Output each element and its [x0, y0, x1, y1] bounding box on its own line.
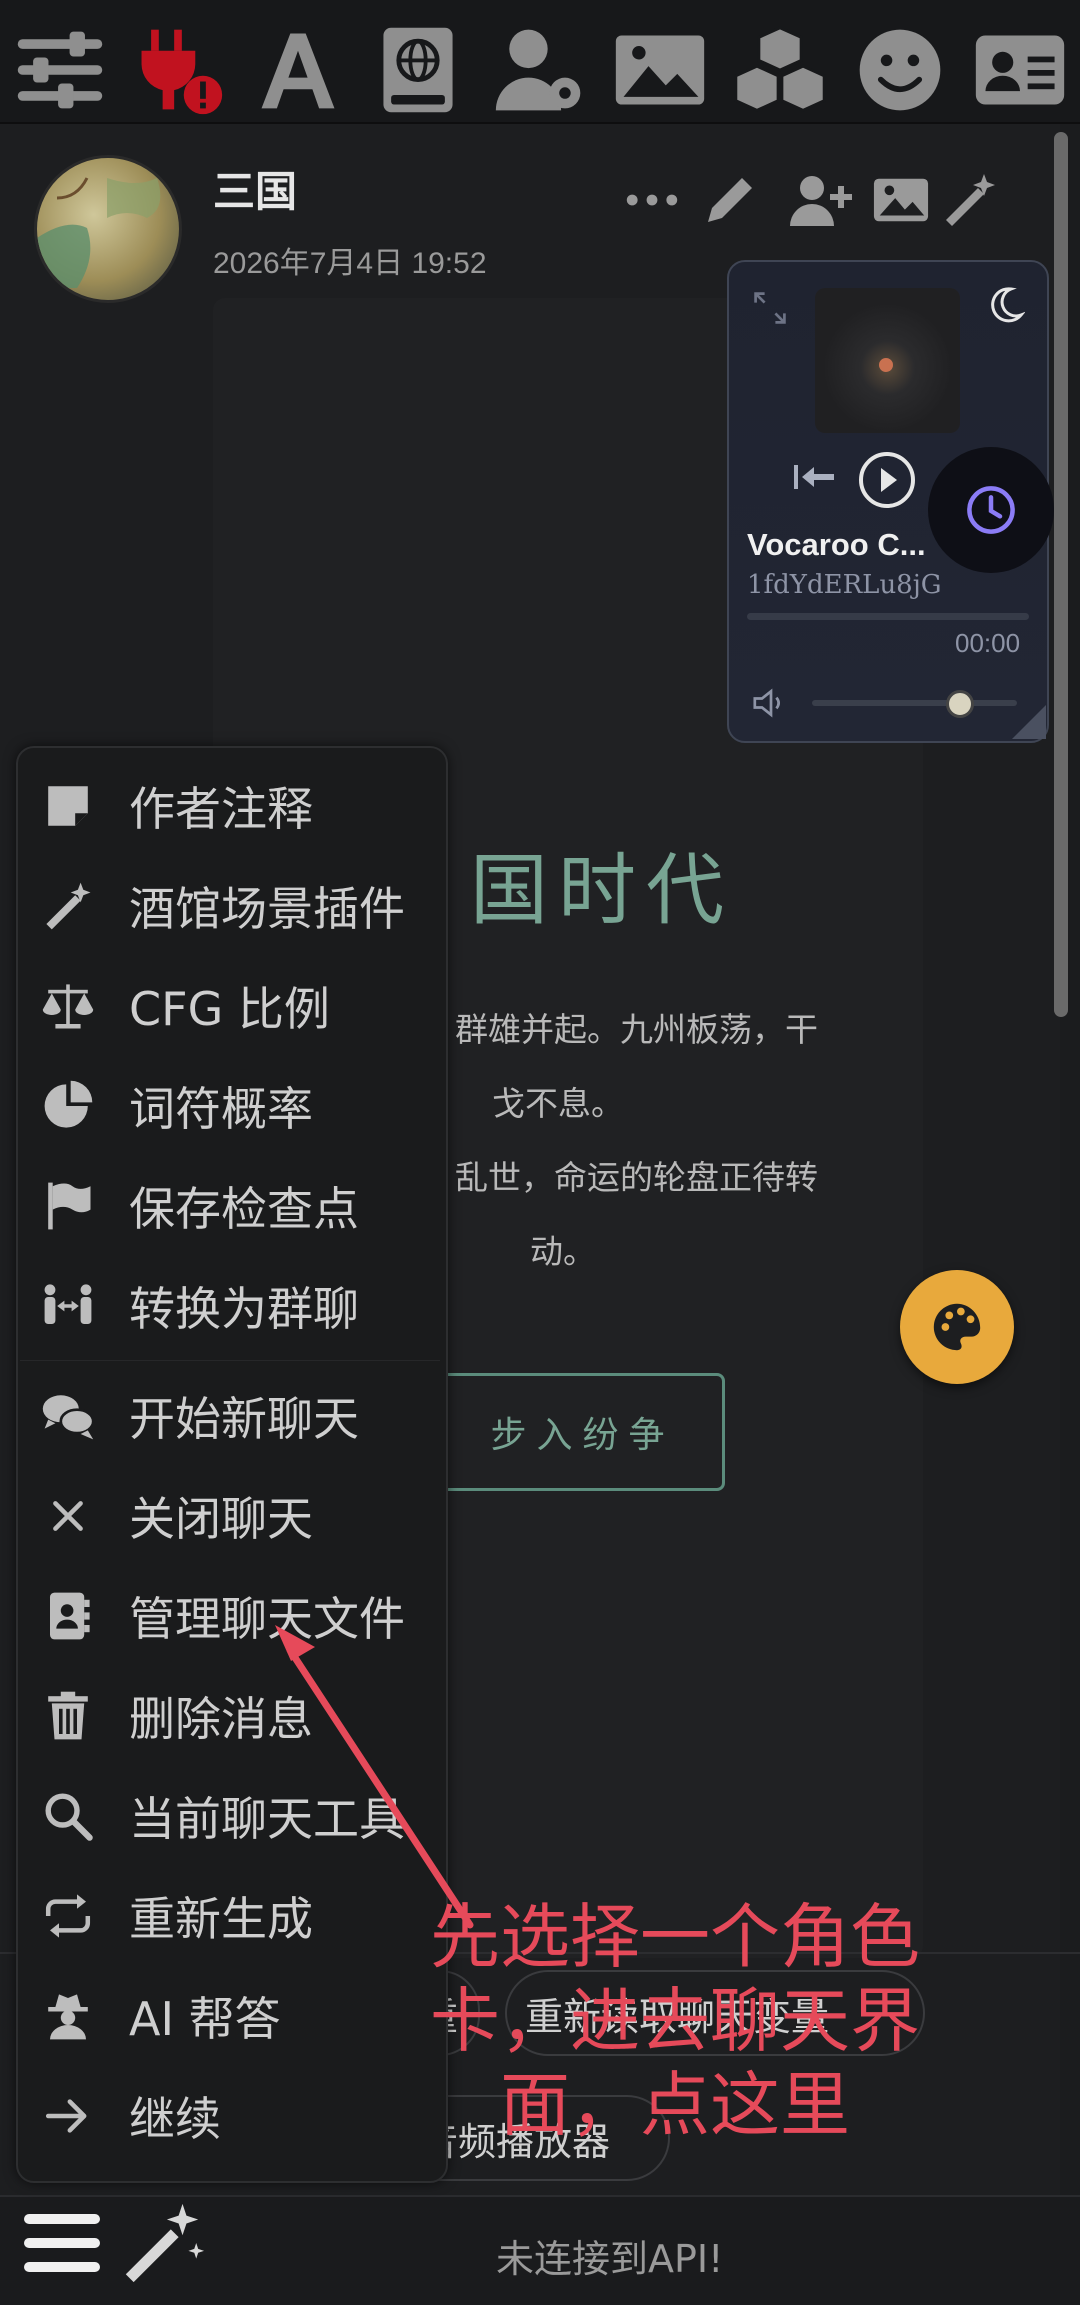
chat-scrollbar[interactable] [1054, 132, 1068, 1017]
volume-icon[interactable] [753, 688, 789, 722]
comments-icon [38, 1386, 98, 1446]
card-text-line: 动。 [530, 1232, 596, 1271]
menu-item-ai-impersonate[interactable]: AI 帮答 [16, 1966, 448, 2066]
magic-wand-icon[interactable] [940, 160, 1000, 240]
card-text-line: 乱世，命运的轮盘正待转 [455, 1158, 818, 1197]
track-title: Vocaroo C... [747, 527, 926, 562]
menu-item-label: 酒馆场景插件 [129, 882, 405, 936]
menu-item-label: 当前聊天工具 [129, 1792, 405, 1846]
more-icon[interactable] [625, 160, 679, 240]
menu-item-delete-messages[interactable]: 删除消息 [16, 1666, 448, 1766]
menu-divider [20, 1360, 440, 1361]
playback-progress[interactable] [747, 613, 1029, 620]
menu-item-label: 转换为群聊 [129, 1282, 359, 1336]
menu-item-label: 删除消息 [129, 1692, 313, 1746]
flag-icon [38, 1176, 98, 1236]
track-id: 1fdYdERLu8jG [747, 570, 942, 600]
message-timestamp: 2026年7月4日 19:52 [213, 247, 487, 280]
menu-item-label: 保存检查点 [129, 1182, 359, 1236]
close-icon [38, 1486, 98, 1546]
timer-button[interactable] [928, 447, 1054, 573]
menu-item-scene-plugin[interactable]: 酒馆场景插件 [16, 856, 448, 956]
id-card-icon[interactable] [970, 20, 1070, 120]
top-toolbar [0, 0, 1080, 124]
menu-item-label: 作者注释 [129, 782, 313, 836]
book-atlas-icon[interactable] [368, 20, 468, 120]
scale-icon [38, 976, 98, 1036]
menu-item-cfg-scale[interactable]: CFG 比例 [16, 956, 448, 1056]
menu-item-label: 继续 [129, 2092, 221, 2146]
edit-pencil-icon[interactable] [700, 160, 760, 240]
note-icon [38, 776, 98, 836]
card-text-line: 群雄并起。九州板荡，干 [455, 1010, 818, 1049]
clock-icon [967, 486, 1015, 534]
add-image-icon[interactable] [872, 160, 930, 240]
moon-icon[interactable] [985, 285, 1026, 329]
menu-item-label: AI 帮答 [129, 1992, 281, 2046]
volume-slider[interactable] [812, 700, 1017, 706]
menu-item-regenerate[interactable]: 重新生成 [16, 1866, 448, 1966]
api-status-text: 未连接到API! [496, 2237, 724, 2281]
menu-item-label: 重新生成 [129, 1892, 313, 1946]
play-button[interactable] [857, 450, 917, 514]
menu-item-new-chat[interactable]: 开始新聊天 [16, 1366, 448, 1466]
search-icon [38, 1786, 98, 1846]
menu-item-label: 词符概率 [129, 1082, 313, 1136]
character-name: 三国 [213, 167, 298, 216]
card-text-line: 戈不息。 [492, 1084, 624, 1123]
arrow-right-icon [38, 2086, 98, 2146]
enter-button[interactable]: 步入纷争 [440, 1373, 725, 1491]
hamburger-menu-icon[interactable] [22, 2208, 102, 2282]
menu-item-chat-tools[interactable]: 当前聊天工具 [16, 1766, 448, 1866]
annotation-line: 先选择一个角色 [430, 1896, 920, 1978]
annotation-line: 卡，进去聊天界 [430, 1980, 920, 2062]
album-art [815, 288, 960, 433]
cubes-icon[interactable] [730, 20, 830, 120]
font-icon[interactable] [248, 20, 348, 120]
magic-wand-icon[interactable] [118, 2200, 206, 2292]
playback-time: 00:00 [955, 628, 1021, 658]
menu-item-label: CFG 比例 [129, 982, 330, 1036]
card-title: 国时代 [470, 846, 735, 936]
plug-warning-icon[interactable] [128, 20, 228, 120]
menu-item-save-checkpoint[interactable]: 保存检查点 [16, 1156, 448, 1256]
menu-item-continue[interactable]: 继续 [16, 2066, 448, 2166]
people-arrows-icon [38, 1276, 98, 1336]
annotation-line: 面，点这里 [500, 2064, 850, 2146]
resize-handle-icon[interactable] [1012, 705, 1046, 743]
menu-item-label: 管理聊天文件 [129, 1592, 405, 1646]
user-gear-icon[interactable] [490, 20, 590, 120]
sliders-icon[interactable] [10, 20, 110, 120]
palette-icon [933, 1303, 981, 1351]
menu-item-label: 关闭聊天 [129, 1492, 313, 1546]
menu-item-convert-group[interactable]: 转换为群聊 [16, 1256, 448, 1356]
menu-item-author-note[interactable]: 作者注释 [16, 756, 448, 856]
user-secret-icon [38, 1986, 98, 2046]
image-icon[interactable] [610, 20, 710, 120]
trash-icon [38, 1686, 98, 1746]
user-plus-icon[interactable] [788, 160, 858, 240]
annotation-text: 先选择一个角色 卡，进去聊天界 面，点这里 [395, 1895, 955, 2147]
pie-chart-icon [38, 1076, 98, 1136]
address-book-icon [38, 1586, 98, 1646]
menu-item-label: 开始新聊天 [129, 1392, 359, 1446]
theme-palette-button[interactable] [900, 1270, 1014, 1384]
menu-item-manage-chat-files[interactable]: 管理聊天文件 [16, 1566, 448, 1666]
repeat-icon [38, 1886, 98, 1946]
menu-item-close-chat[interactable]: 关闭聊天 [16, 1466, 448, 1566]
expand-icon[interactable] [752, 290, 788, 330]
volume-knob[interactable] [945, 690, 974, 718]
menu-item-token-probabilities[interactable]: 词符概率 [16, 1056, 448, 1156]
previous-track-icon[interactable] [792, 462, 836, 496]
smile-icon[interactable] [850, 20, 950, 120]
character-avatar[interactable] [34, 155, 182, 303]
magic-wand-icon [38, 876, 98, 936]
